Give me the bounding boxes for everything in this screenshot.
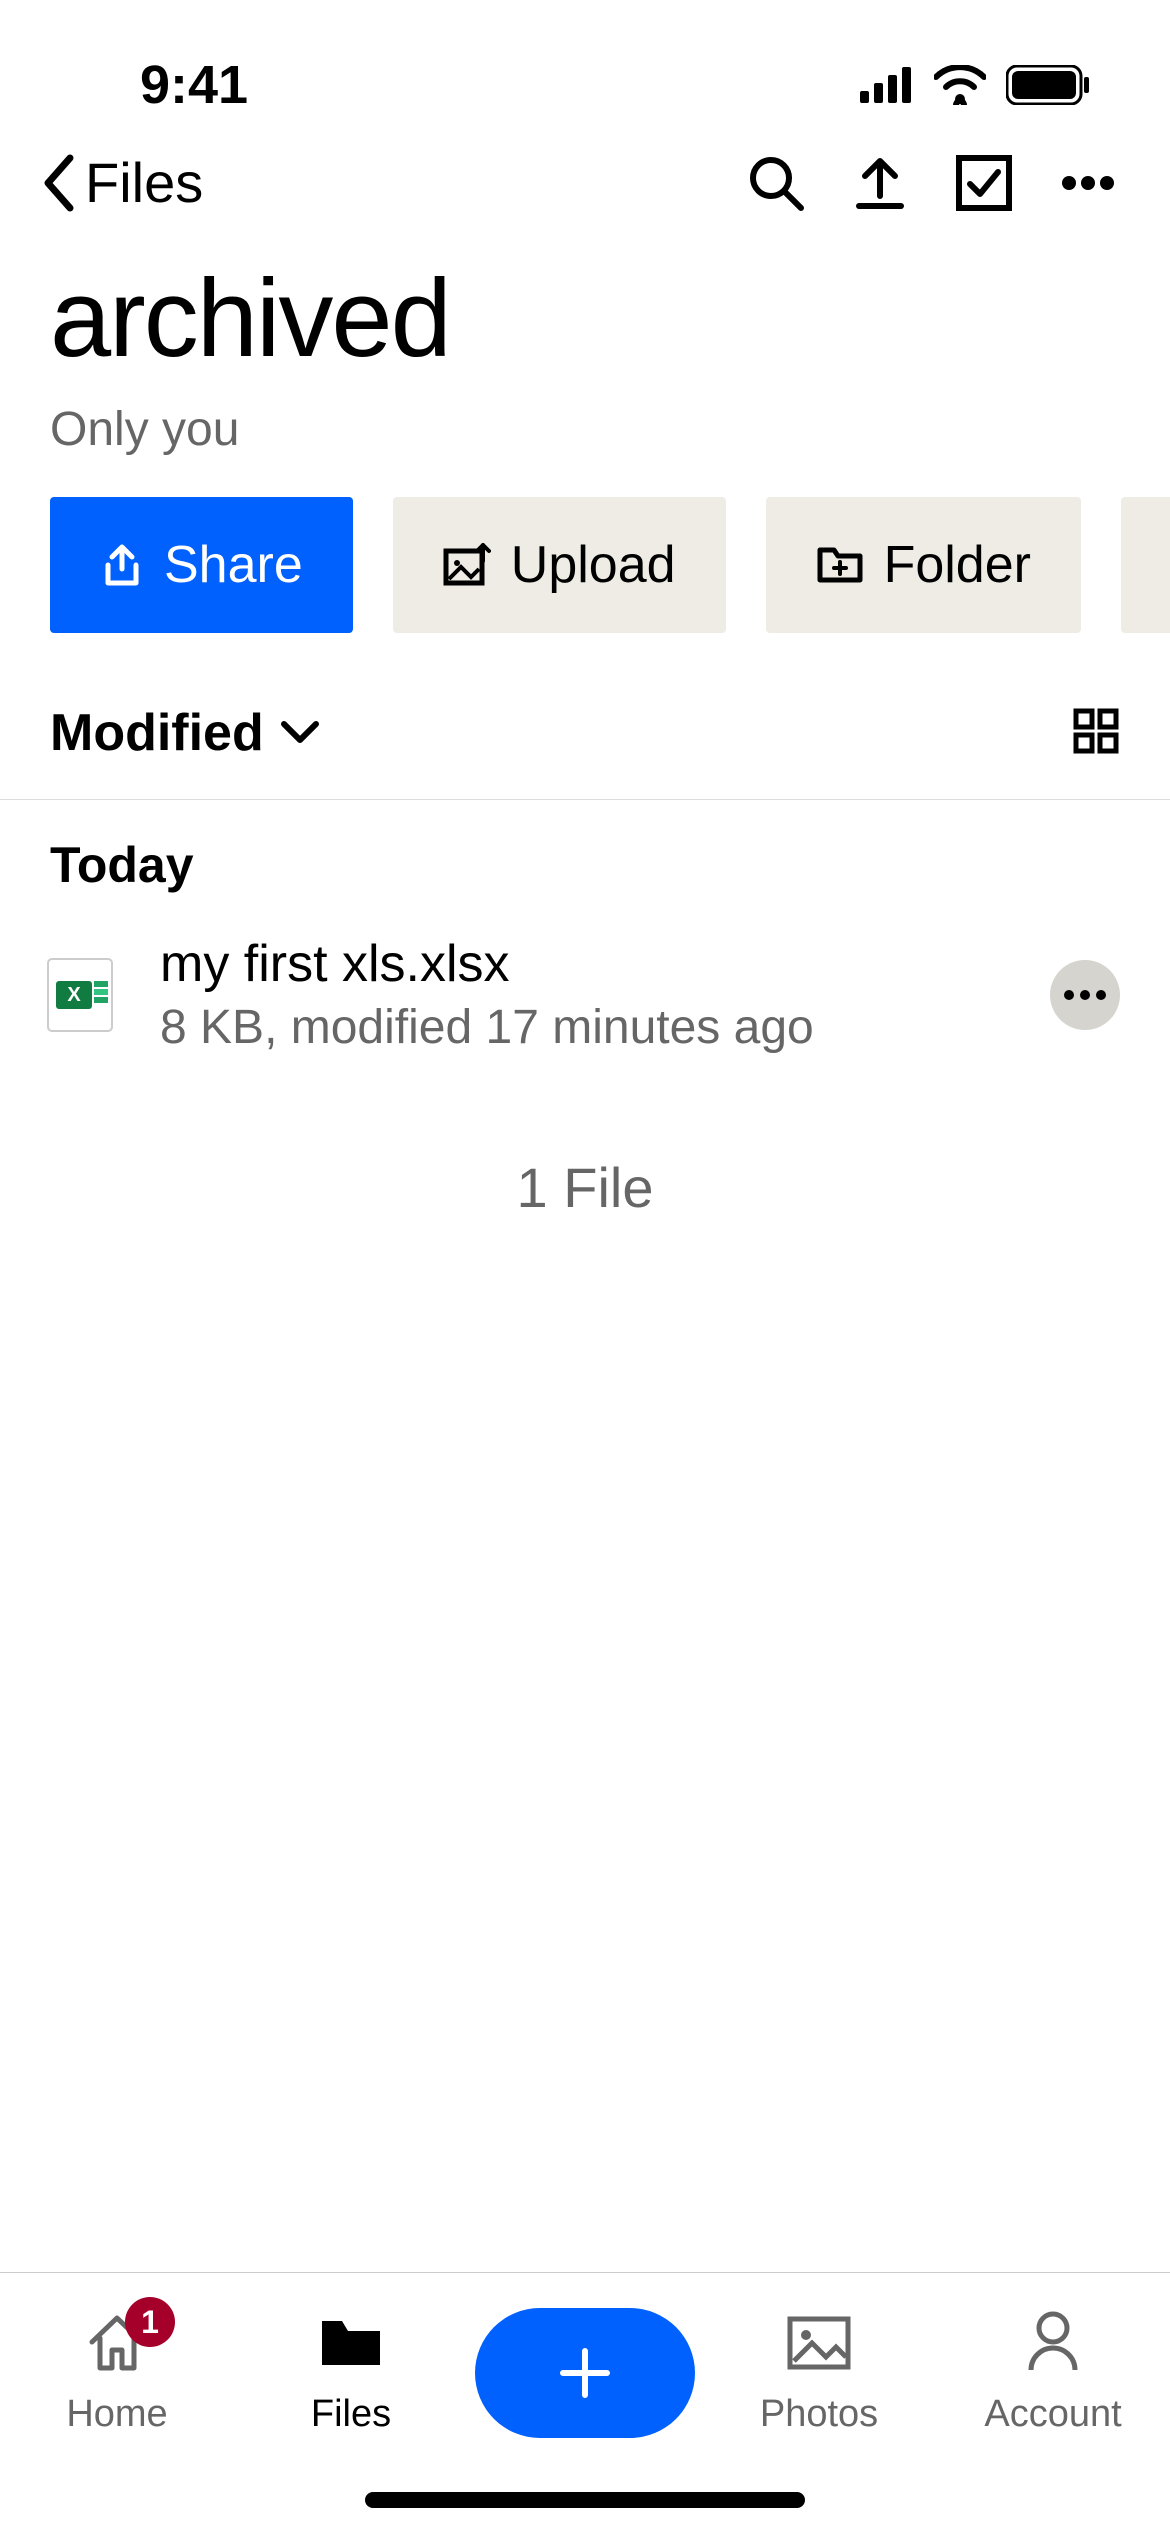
back-button[interactable]: Files: [40, 150, 704, 215]
more-icon: [1059, 173, 1117, 193]
wifi-icon: [934, 65, 986, 105]
view-toggle-button[interactable]: [1072, 707, 1120, 760]
image-upload-icon: [443, 543, 491, 587]
tab-add[interactable]: [485, 2303, 685, 2438]
status-time: 9:41: [140, 54, 248, 116]
tab-files-label: Files: [311, 2393, 391, 2436]
photos-icon: [784, 2313, 854, 2373]
home-indicator[interactable]: [365, 2492, 805, 2508]
folder-button[interactable]: Folder: [766, 497, 1081, 633]
folder-label: Folder: [884, 535, 1031, 595]
add-fab[interactable]: [475, 2308, 695, 2438]
more-nav-button[interactable]: [1056, 151, 1120, 215]
tab-files[interactable]: Files: [251, 2303, 451, 2436]
upload-icon: [851, 154, 909, 212]
tab-home[interactable]: 1 Home: [17, 2303, 217, 2436]
nav-bar: Files: [0, 130, 1170, 235]
checkbox-icon: [955, 154, 1013, 212]
folder-icon: [316, 2313, 386, 2373]
svg-text:X: X: [67, 984, 81, 1006]
file-info: my first xls.xlsx 8 KB, modified 17 minu…: [160, 934, 1010, 1055]
battery-icon: [1006, 65, 1090, 105]
more-icon: [1063, 989, 1107, 1001]
tab-account-label: Account: [984, 2393, 1121, 2436]
tab-home-label: Home: [66, 2393, 167, 2436]
status-bar: 9:41: [0, 0, 1170, 130]
excel-icon: X: [44, 955, 116, 1035]
share-button[interactable]: Share: [50, 497, 353, 633]
action-row: Share Upload Folder Offline: [0, 497, 1170, 673]
folder-plus-icon: [816, 544, 864, 586]
tab-account[interactable]: Account: [953, 2303, 1153, 2436]
upload-label: Upload: [511, 535, 676, 595]
upload-nav-button[interactable]: [848, 151, 912, 215]
plus-icon: [557, 2345, 613, 2401]
sort-button[interactable]: Modified: [50, 703, 320, 763]
sort-label: Modified: [50, 703, 264, 763]
file-type-icon: X: [40, 955, 120, 1035]
home-badge: 1: [125, 2297, 175, 2347]
file-count: 1 File: [0, 1095, 1170, 1280]
account-icon: [1023, 2308, 1083, 2378]
cellular-icon: [860, 67, 914, 103]
page-subtitle: Only you: [0, 392, 1170, 497]
sort-row: Modified: [0, 673, 1170, 800]
status-icons: [860, 65, 1090, 105]
file-more-button[interactable]: [1050, 960, 1120, 1030]
upload-button[interactable]: Upload: [393, 497, 726, 633]
section-header-today: Today: [0, 800, 1170, 924]
page-title: archived: [0, 235, 1170, 392]
file-item[interactable]: X my first xls.xlsx 8 KB, modified 17 mi…: [0, 924, 1170, 1095]
search-icon: [747, 154, 805, 212]
offline-button[interactable]: Offline: [1121, 497, 1170, 633]
file-meta: 8 KB, modified 17 minutes ago: [160, 1000, 1010, 1055]
select-button[interactable]: [952, 151, 1016, 215]
search-button[interactable]: [744, 151, 808, 215]
grid-icon: [1072, 707, 1120, 755]
share-label: Share: [164, 535, 303, 595]
back-label: Files: [85, 150, 203, 215]
share-icon: [100, 543, 144, 587]
file-name: my first xls.xlsx: [160, 934, 1010, 994]
tab-photos[interactable]: Photos: [719, 2303, 919, 2436]
chevron-left-icon: [40, 153, 80, 213]
tab-photos-label: Photos: [760, 2393, 878, 2436]
chevron-down-icon: [280, 720, 320, 746]
